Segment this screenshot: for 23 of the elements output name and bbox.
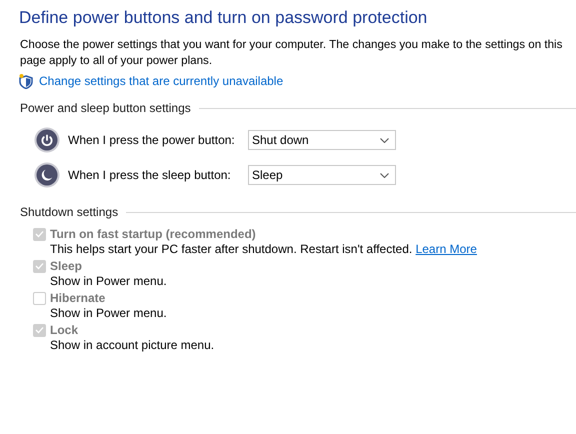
page-title: Define power buttons and turn on password protection	[19, 8, 428, 28]
option-label: Hibernate	[50, 291, 106, 305]
section-heading: Power and sleep button settings	[20, 101, 191, 115]
option-description: This helps start your PC faster after shutdown. Restart isn't affected.	[50, 242, 412, 256]
option-label: Sleep	[50, 259, 82, 273]
chevron-icon	[380, 172, 389, 178]
power-icon	[34, 127, 60, 153]
chevron-icon	[380, 138, 389, 142]
description-text: Choose the power settings that you want for your computer. The changes you make to the settings on this	[20, 37, 564, 53]
setting-label: When I press the sleep button:	[68, 168, 232, 182]
sleep-icon	[34, 162, 60, 188]
change-settings-link[interactable]: Change settings that are currently unavailable	[39, 74, 284, 88]
option-label: Lock	[50, 323, 78, 337]
action-dropdown[interactable]: Sleep	[248, 165, 396, 185]
option-description: Show in account picture menu.	[50, 338, 214, 352]
shield-icon	[18, 73, 34, 89]
setting-label: When I press the power button:	[68, 133, 236, 147]
action-dropdown[interactable]: Shut down	[248, 130, 396, 150]
description-text: page apply to all of your power plans.	[20, 53, 214, 69]
option-label: Turn on fast startup (recommended)	[50, 227, 256, 241]
option-description: Show in Power menu.	[50, 306, 167, 320]
section-heading: Shutdown settings	[20, 205, 118, 219]
option-description: Show in Power menu.	[50, 274, 167, 288]
